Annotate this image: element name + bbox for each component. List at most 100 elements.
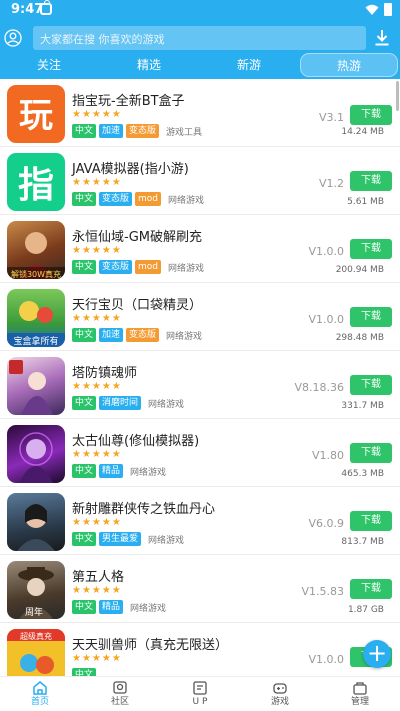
tag-badge: 精品 xyxy=(99,600,124,614)
game-version: V1.0.0 xyxy=(308,245,344,258)
download-button[interactable]: 下载 xyxy=(350,443,392,463)
star-rating: ★★★★★ xyxy=(72,177,122,188)
tag-badge: mod xyxy=(135,260,162,274)
nav-community[interactable]: 社区 xyxy=(90,679,150,711)
search-input[interactable]: 大家都在搜 你喜欢的游戏 xyxy=(33,26,366,50)
community-icon xyxy=(113,681,127,694)
game-category: 网络游戏 xyxy=(166,331,203,342)
nav-label: U P xyxy=(192,697,208,707)
game-tags: 中文 变态版 mod 网络游戏 xyxy=(72,260,204,274)
app-icon-java: 指 xyxy=(7,153,65,211)
nav-label: 游戏 xyxy=(270,697,289,707)
game-category: 网络游戏 xyxy=(148,535,185,546)
game-category: 网络游戏 xyxy=(168,195,205,206)
tag-badge: 中文 xyxy=(72,124,97,138)
game-title: 塔防镇魂师 xyxy=(72,366,138,381)
battery-icon xyxy=(384,3,392,16)
game-icon-shediao xyxy=(7,493,65,551)
android-system-icon xyxy=(40,0,52,15)
game-version: V1.0.0 xyxy=(308,653,344,666)
tag-badge: 变态版 xyxy=(126,124,160,138)
game-tags: 中文 精品 网络游戏 xyxy=(72,464,166,478)
list-item[interactable]: 塔防镇魂师 ★★★★★ 中文 消磨时间 网络游戏 V8.18.36 下载 331… xyxy=(0,351,400,419)
bottom-navigation: 首页 社区 U P 游戏 管理 xyxy=(0,676,400,711)
download-button[interactable]: 下载 xyxy=(350,375,392,395)
nav-home[interactable]: 首页 xyxy=(10,679,70,711)
add-floating-button[interactable]: + xyxy=(363,640,391,668)
svg-text:解锁30W真充: 解锁30W真充 xyxy=(11,269,61,279)
search-row: 大家都在搜 你喜欢的游戏 xyxy=(0,25,400,53)
game-tags: 中文 加速 变态版 游戏工具 xyxy=(72,124,202,138)
list-item[interactable]: 新射雕群侠传之铁血丹心 ★★★★★ 中文 男生最爱 网络游戏 V6.0.9 下载… xyxy=(0,487,400,555)
manage-icon xyxy=(353,682,367,695)
download-button[interactable]: 下载 xyxy=(350,239,392,259)
list-item[interactable]: 超级真充 天天驯兽师（真充无限送） ★★★★★ 中文 V1.0.0 下载 xyxy=(0,623,400,676)
game-version: V1.5.83 xyxy=(301,585,344,598)
nav-up[interactable]: U P xyxy=(170,679,230,711)
list-item[interactable]: 太古仙尊(修仙模拟器) ★★★★★ 中文 精品 网络游戏 V1.80 下载 46… xyxy=(0,419,400,487)
list-item[interactable]: 玩 指宝玩-全新BT盒子 ★★★★★ 中文 加速 变态版 游戏工具 V3.1 下… xyxy=(0,79,400,147)
status-icons xyxy=(365,3,392,16)
game-version: V1.2 xyxy=(318,177,344,190)
tag-badge: 男生最爱 xyxy=(99,532,142,546)
app-icon-zhibaowan: 玩 xyxy=(7,85,65,143)
tag-badge: 中文 xyxy=(72,668,97,676)
download-button[interactable]: 下载 xyxy=(350,511,392,531)
game-size: 14.24 MB xyxy=(341,127,384,137)
tag-badge: 加速 xyxy=(99,328,124,342)
list-item[interactable]: 宝盒拿所有 天行宝贝（口袋精灵） ★★★★★ 中文 加速 变态版 网络游戏 V1… xyxy=(0,283,400,351)
game-size: 5.61 MB xyxy=(347,197,384,207)
download-button[interactable]: 下载 xyxy=(350,171,392,191)
list-item[interactable]: 解锁30W真充 永恒仙域-GM破解刷充 ★★★★★ 中文 变态版 mod 网络游… xyxy=(0,215,400,283)
game-icon-yonghengxianyu: 解锁30W真充 xyxy=(7,221,65,279)
nav-manage[interactable]: 管理 xyxy=(330,679,390,711)
download-manager-icon[interactable] xyxy=(374,29,390,47)
star-rating: ★★★★★ xyxy=(72,109,122,120)
game-list: 玩 指宝玩-全新BT盒子 ★★★★★ 中文 加速 变态版 游戏工具 V3.1 下… xyxy=(0,79,400,676)
up-icon xyxy=(193,681,207,695)
tag-badge: 中文 xyxy=(72,464,97,478)
game-title: 天行宝贝（口袋精灵） xyxy=(72,298,203,313)
tag-badge: 中文 xyxy=(72,260,97,274)
tag-badge: 中文 xyxy=(72,192,97,206)
game-size: 331.7 MB xyxy=(341,401,384,411)
download-button[interactable]: 下载 xyxy=(350,105,392,125)
tag-badge: 变态版 xyxy=(99,260,133,274)
tab-hot-games[interactable]: 热游 xyxy=(300,53,398,77)
download-button[interactable]: 下载 xyxy=(350,579,392,599)
star-rating: ★★★★★ xyxy=(72,449,122,460)
game-size: 200.94 MB xyxy=(335,265,384,275)
game-tags: 中文 男生最爱 网络游戏 xyxy=(72,532,184,546)
list-item[interactable]: 周年 第五人格 ★★★★★ 中文 精品 网络游戏 V1.5.83 下载 1.87… xyxy=(0,555,400,623)
list-item[interactable]: 指 JAVA模拟器(指小游) ★★★★★ 中文 变态版 mod 网络游戏 V1.… xyxy=(0,147,400,215)
tag-badge: 变态版 xyxy=(126,328,160,342)
game-tags: 中文 变态版 mod 网络游戏 xyxy=(72,192,204,206)
tab-featured[interactable]: 精选 xyxy=(110,53,188,77)
tag-badge: 加速 xyxy=(99,124,124,138)
game-category: 网络游戏 xyxy=(130,467,167,478)
game-category: 网络游戏 xyxy=(148,399,185,410)
game-tags: 中文 加速 变态版 网络游戏 xyxy=(72,328,202,342)
avatar-icon[interactable] xyxy=(4,29,22,47)
star-rating: ★★★★★ xyxy=(72,381,122,392)
tag-badge: 中文 xyxy=(72,532,97,546)
game-size: 465.3 MB xyxy=(341,469,384,479)
game-title: 永恒仙域-GM破解刷充 xyxy=(72,230,202,245)
tag-badge: 精品 xyxy=(99,464,124,478)
tab-new-games[interactable]: 新游 xyxy=(210,53,288,77)
download-button[interactable]: 下载 xyxy=(350,307,392,327)
tag-badge: 消磨时间 xyxy=(99,396,142,410)
game-title: 指宝玩-全新BT盒子 xyxy=(72,94,185,109)
scrollbar[interactable] xyxy=(396,81,399,111)
nav-label: 社区 xyxy=(110,697,129,707)
game-category: 网络游戏 xyxy=(130,603,167,614)
nav-games[interactable]: 游戏 xyxy=(250,679,310,711)
tab-follow[interactable]: 关注 xyxy=(10,53,88,77)
game-category: 网络游戏 xyxy=(168,263,205,274)
game-icon-tafangzhenhunshi xyxy=(7,357,65,415)
game-icon-tianxingbaobei: 宝盒拿所有 xyxy=(7,289,65,347)
search-placeholder: 大家都在搜 你喜欢的游戏 xyxy=(40,33,165,46)
home-icon xyxy=(33,681,47,695)
svg-text:玩: 玩 xyxy=(19,96,53,136)
star-rating: ★★★★★ xyxy=(72,517,122,528)
